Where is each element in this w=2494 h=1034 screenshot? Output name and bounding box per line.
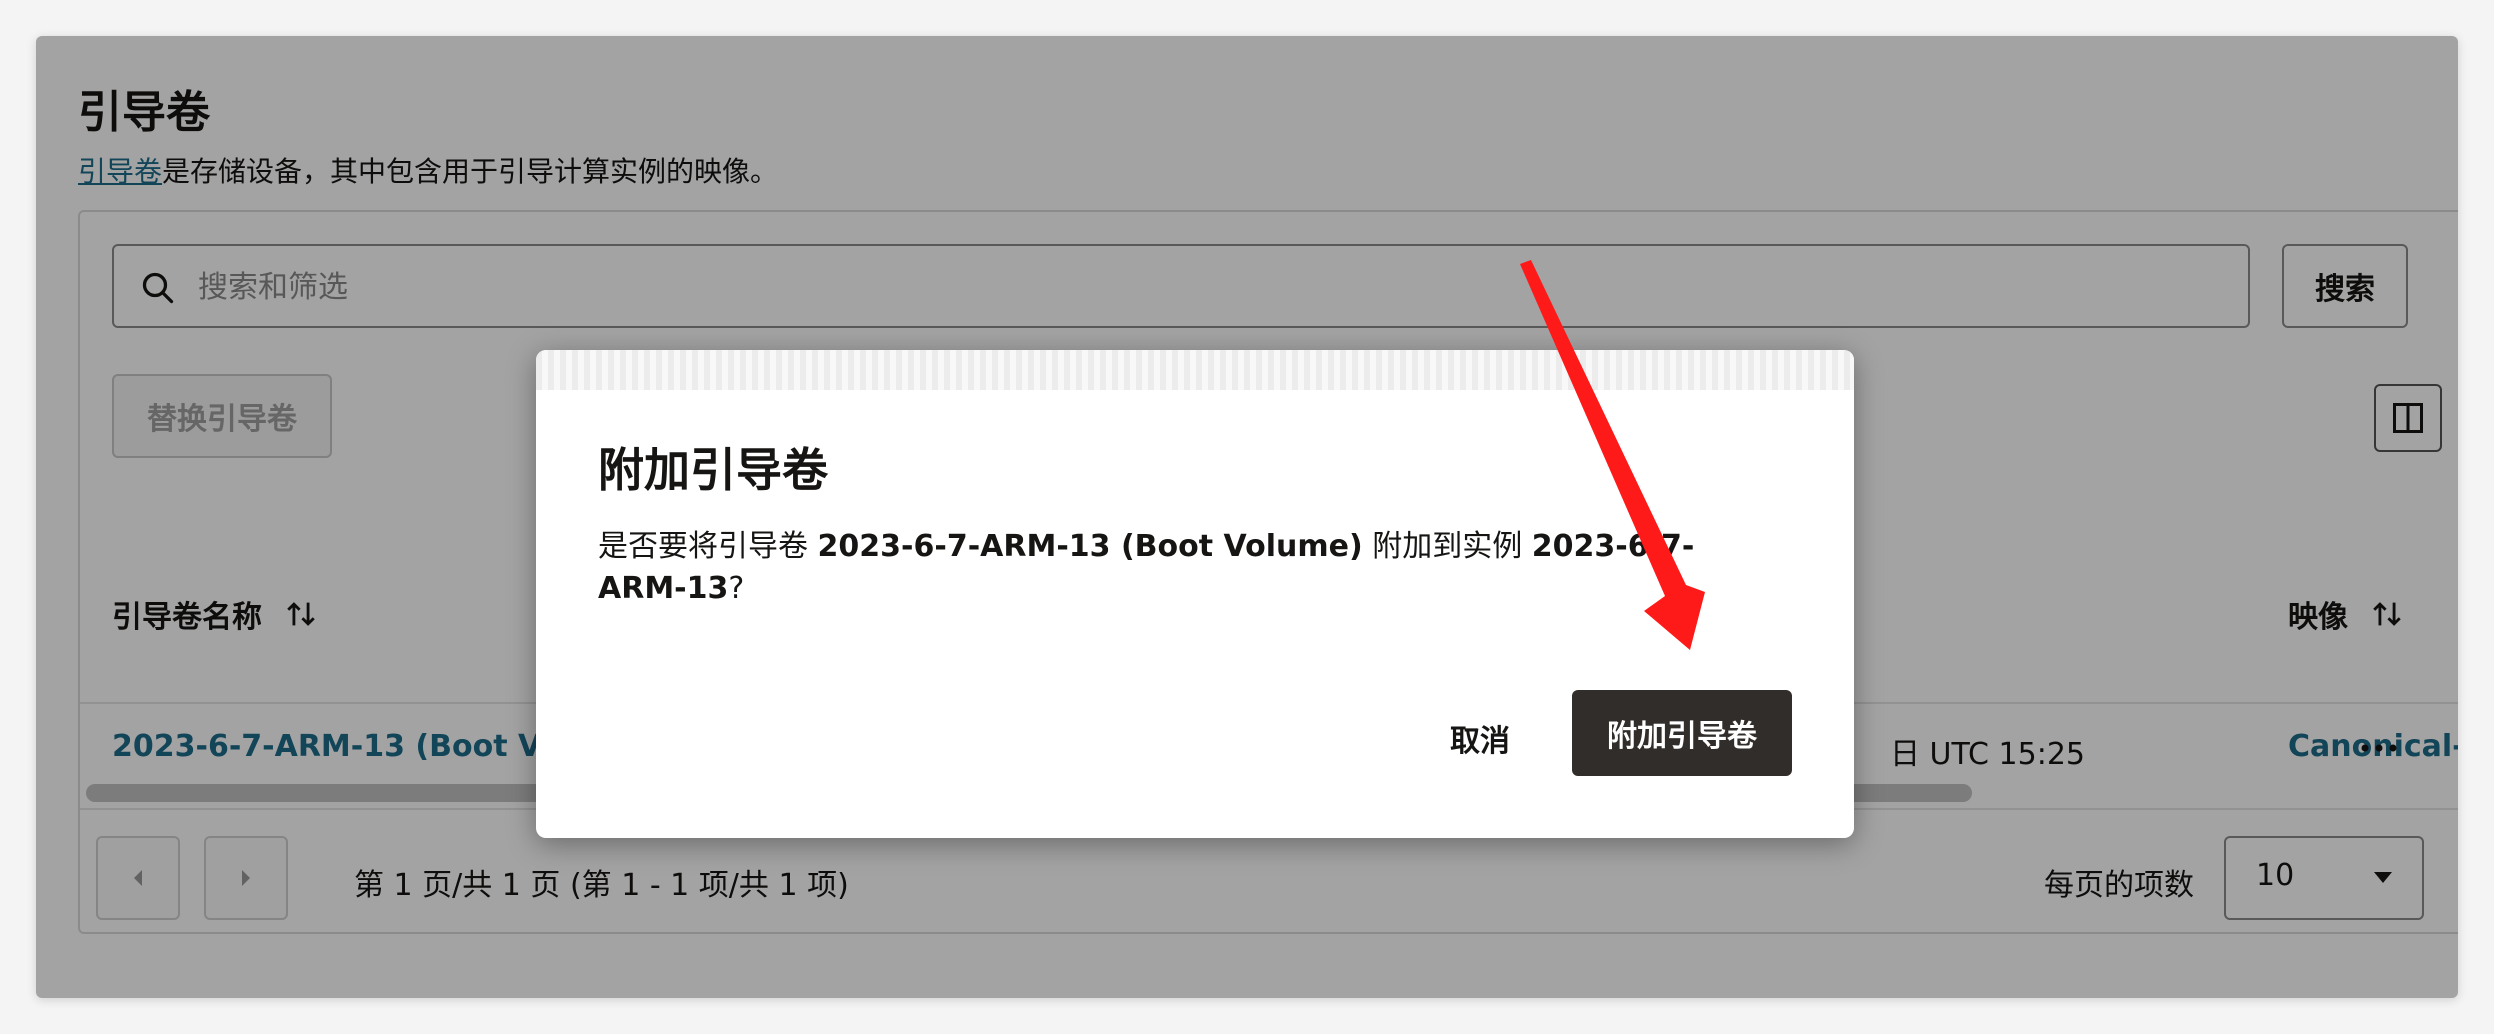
dialog-text-prefix: 是否要将引导卷 [598,529,818,564]
dialog-volume-name: 2023-6-7-ARM-13 (Boot Volume) [817,529,1363,564]
dialog-text-suffix: ? [728,571,745,606]
attach-boot-volume-dialog: 附加引导卷 是否要将引导卷 2023-6-7-ARM-13 (Boot Volu… [536,350,1854,838]
dialog-message: 是否要将引导卷 2023-6-7-ARM-13 (Boot Volume) 附加… [598,526,1778,610]
cancel-button[interactable]: 取消 [1450,716,1510,760]
dialog-header-strip [536,350,1854,390]
attach-boot-volume-button[interactable]: 附加引导卷 [1572,690,1792,776]
dialog-title: 附加引导卷 [598,443,828,497]
dialog-text-middle: 附加到实例 [1362,529,1532,564]
